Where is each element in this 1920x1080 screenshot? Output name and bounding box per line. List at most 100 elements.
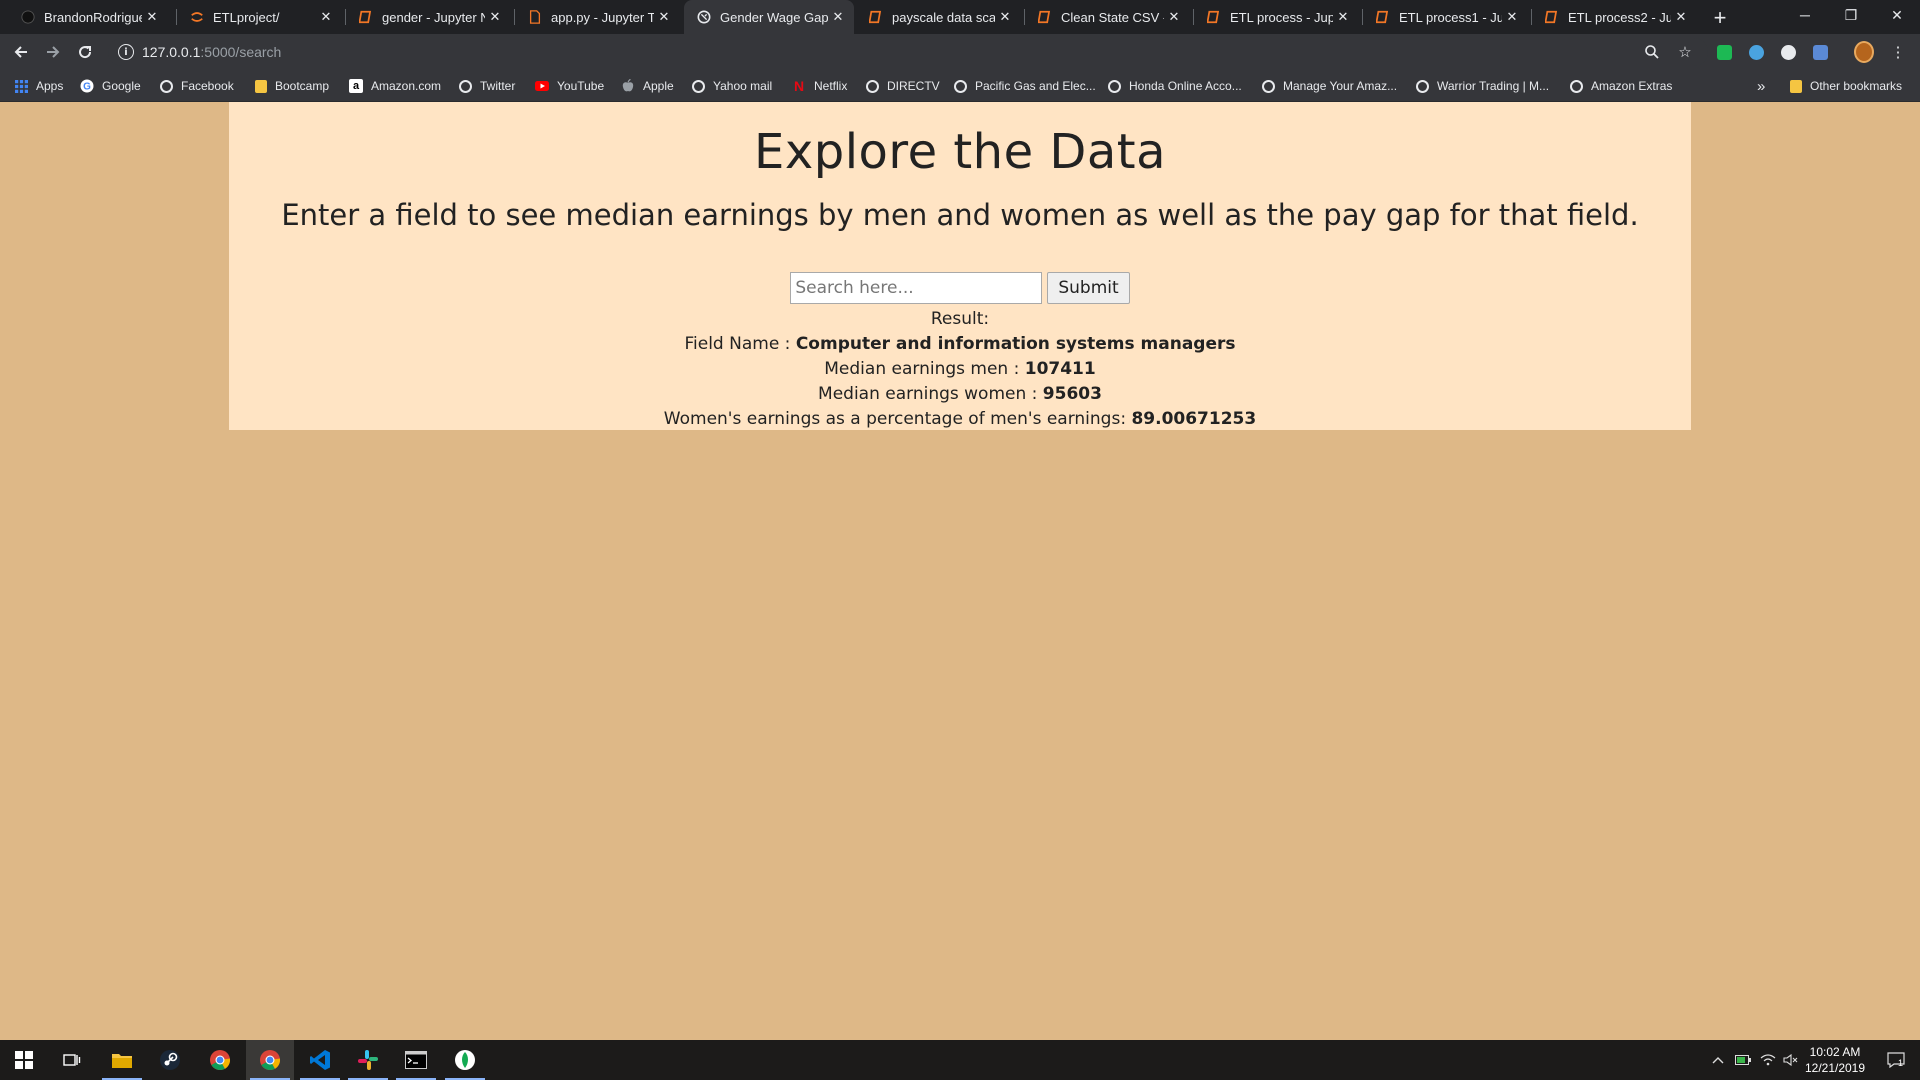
submit-button[interactable]: Submit — [1047, 272, 1130, 304]
other-bookmarks[interactable]: Other bookmarks — [1790, 70, 1902, 102]
tab-clean-state-csv[interactable]: Clean State CSV - Ju ✕ — [1025, 0, 1190, 34]
reload-button[interactable] — [70, 37, 100, 67]
file-explorer-icon[interactable] — [98, 1040, 146, 1080]
bookmark-label: Apps — [36, 79, 64, 93]
notification-center-icon[interactable]: 1 — [1876, 1040, 1916, 1080]
info-icon[interactable]: i — [118, 44, 134, 60]
globe-icon — [1416, 79, 1429, 93]
bookmark-bootcamp[interactable]: Bootcamp — [255, 70, 329, 102]
bookmark-apple[interactable]: Apple — [621, 70, 674, 102]
tab-gender-wage-gap[interactable]: Gender Wage Gap ✕ — [684, 0, 854, 34]
tab-github[interactable]: BrandonRodriguez1 ✕ — [8, 0, 168, 34]
mongodb-icon[interactable] — [441, 1040, 489, 1080]
close-icon[interactable]: ✕ — [316, 7, 336, 27]
tab-etl-process1[interactable]: ETL process1 - Jupy ✕ — [1363, 0, 1528, 34]
zoom-icon[interactable] — [1642, 42, 1662, 62]
tab-etl-process[interactable]: ETL process - Jupyt ✕ — [1194, 0, 1359, 34]
bookmark-honda[interactable]: Honda Online Acco... — [1108, 70, 1242, 102]
restore-button[interactable]: ❐ — [1828, 0, 1874, 30]
minimize-button[interactable]: ─ — [1782, 0, 1828, 30]
close-icon[interactable]: ✕ — [828, 7, 848, 27]
github-icon — [20, 9, 36, 25]
notification-count: 1 — [1898, 1058, 1904, 1068]
page-title: Explore the Data — [753, 124, 1166, 180]
back-button[interactable] — [6, 37, 36, 67]
tab-payscale[interactable]: payscale data scapi ✕ — [856, 0, 1021, 34]
close-icon[interactable]: ✕ — [1333, 7, 1353, 27]
bookmark-label: DIRECTV — [887, 79, 940, 93]
chrome-active-icon[interactable] — [246, 1040, 294, 1080]
close-icon[interactable]: ✕ — [654, 7, 674, 27]
search-input[interactable] — [790, 272, 1043, 304]
chrome-icon[interactable] — [196, 1040, 244, 1080]
bookmark-warrior-trading[interactable]: Warrior Trading | M... — [1416, 70, 1549, 102]
extension-screen-icon[interactable] — [1810, 42, 1830, 62]
bookmark-directv[interactable]: DIRECTV — [866, 70, 940, 102]
windows-start-icon[interactable] — [0, 1040, 48, 1080]
bookmark-star-icon[interactable]: ☆ — [1675, 42, 1695, 62]
close-icon[interactable]: ✕ — [995, 7, 1015, 27]
bookmark-amazon[interactable]: a Amazon.com — [349, 70, 441, 102]
tab-title: app.py - Jupyter Te — [551, 9, 654, 25]
url-host: 127.0.0.1 — [142, 44, 201, 60]
bookmark-netflix[interactable]: N Netflix — [792, 70, 847, 102]
tab-title: payscale data scapi — [892, 9, 995, 25]
vscode-icon[interactable] — [296, 1040, 344, 1080]
bookmark-label: Honda Online Acco... — [1129, 79, 1242, 93]
forward-button[interactable] — [38, 37, 68, 67]
bookmark-apps[interactable]: Apps — [14, 70, 63, 102]
tab-etl-process2[interactable]: ETL process2 - Jupy ✕ — [1532, 0, 1697, 34]
tray-chevron-up-icon[interactable] — [1708, 1040, 1728, 1080]
reload-icon — [79, 46, 92, 59]
close-window-button[interactable]: ✕ — [1874, 0, 1920, 30]
profile-avatar[interactable] — [1854, 41, 1874, 63]
bookmark-youtube[interactable]: YouTube — [535, 70, 604, 102]
globe-icon — [160, 79, 173, 93]
google-icon: G — [80, 79, 94, 93]
notebook-icon — [1544, 9, 1560, 25]
task-view-icon[interactable] — [48, 1040, 96, 1080]
notebook-icon — [868, 9, 884, 25]
apps-grid-icon — [14, 79, 28, 93]
extension-cloud-icon[interactable] — [1746, 42, 1766, 62]
notebook-icon — [1037, 9, 1053, 25]
extension-check-icon[interactable] — [1714, 42, 1734, 62]
new-tab-button[interactable]: + — [1706, 4, 1734, 32]
median-men-row: Median earnings men : 107411 — [229, 357, 1691, 382]
bookmark-label: Manage Your Amaz... — [1283, 79, 1398, 93]
close-icon[interactable]: ✕ — [1164, 7, 1184, 27]
extension-circle-icon[interactable] — [1778, 42, 1798, 62]
bookmark-yahoo-mail[interactable]: Yahoo mail — [692, 70, 772, 102]
bookmark-pge[interactable]: Pacific Gas and Elec... — [954, 70, 1096, 102]
close-icon[interactable]: ✕ — [1502, 7, 1522, 27]
bookmark-twitter[interactable]: Twitter — [459, 70, 515, 102]
slack-icon[interactable] — [344, 1040, 392, 1080]
tab-etlproject[interactable]: ETLproject/ ✕ — [177, 0, 342, 34]
wifi-icon[interactable] — [1757, 1040, 1779, 1080]
address-bar[interactable]: i 127.0.0.1:5000/search — [108, 38, 1708, 66]
bookmarks-overflow-button[interactable]: » — [1757, 70, 1765, 102]
field-name-row: Field Name : Computer and information sy… — [229, 332, 1691, 357]
system-clock[interactable]: 10:02 AM 12/21/2019 — [1795, 1044, 1875, 1076]
bookmark-google[interactable]: G Google — [80, 70, 141, 102]
globe-icon — [1570, 79, 1583, 93]
notebook-icon — [1206, 9, 1222, 25]
close-icon[interactable]: ✕ — [485, 7, 505, 27]
steam-icon[interactable] — [146, 1040, 194, 1080]
amazon-icon: a — [349, 79, 363, 93]
bookmark-label: Apple — [643, 79, 674, 93]
bookmark-label: Amazon.com — [371, 79, 442, 93]
terminal-icon[interactable] — [392, 1040, 440, 1080]
battery-icon[interactable] — [1732, 1040, 1754, 1080]
notebook-icon — [1375, 9, 1391, 25]
close-icon[interactable]: ✕ — [142, 7, 162, 27]
close-icon[interactable]: ✕ — [1671, 7, 1691, 27]
netflix-icon: N — [793, 78, 805, 94]
file-icon — [527, 9, 543, 25]
tab-gender-notebook[interactable]: gender - Jupyter Nc ✕ — [346, 0, 511, 34]
bookmark-manage-amazon[interactable]: Manage Your Amaz... — [1262, 70, 1397, 102]
bookmark-facebook[interactable]: Facebook — [160, 70, 234, 102]
menu-kebab-icon[interactable]: ⋮ — [1888, 42, 1908, 62]
bookmark-amazon-extras[interactable]: Amazon Extras — [1570, 70, 1672, 102]
tab-app-py[interactable]: app.py - Jupyter Te ✕ — [515, 0, 680, 34]
